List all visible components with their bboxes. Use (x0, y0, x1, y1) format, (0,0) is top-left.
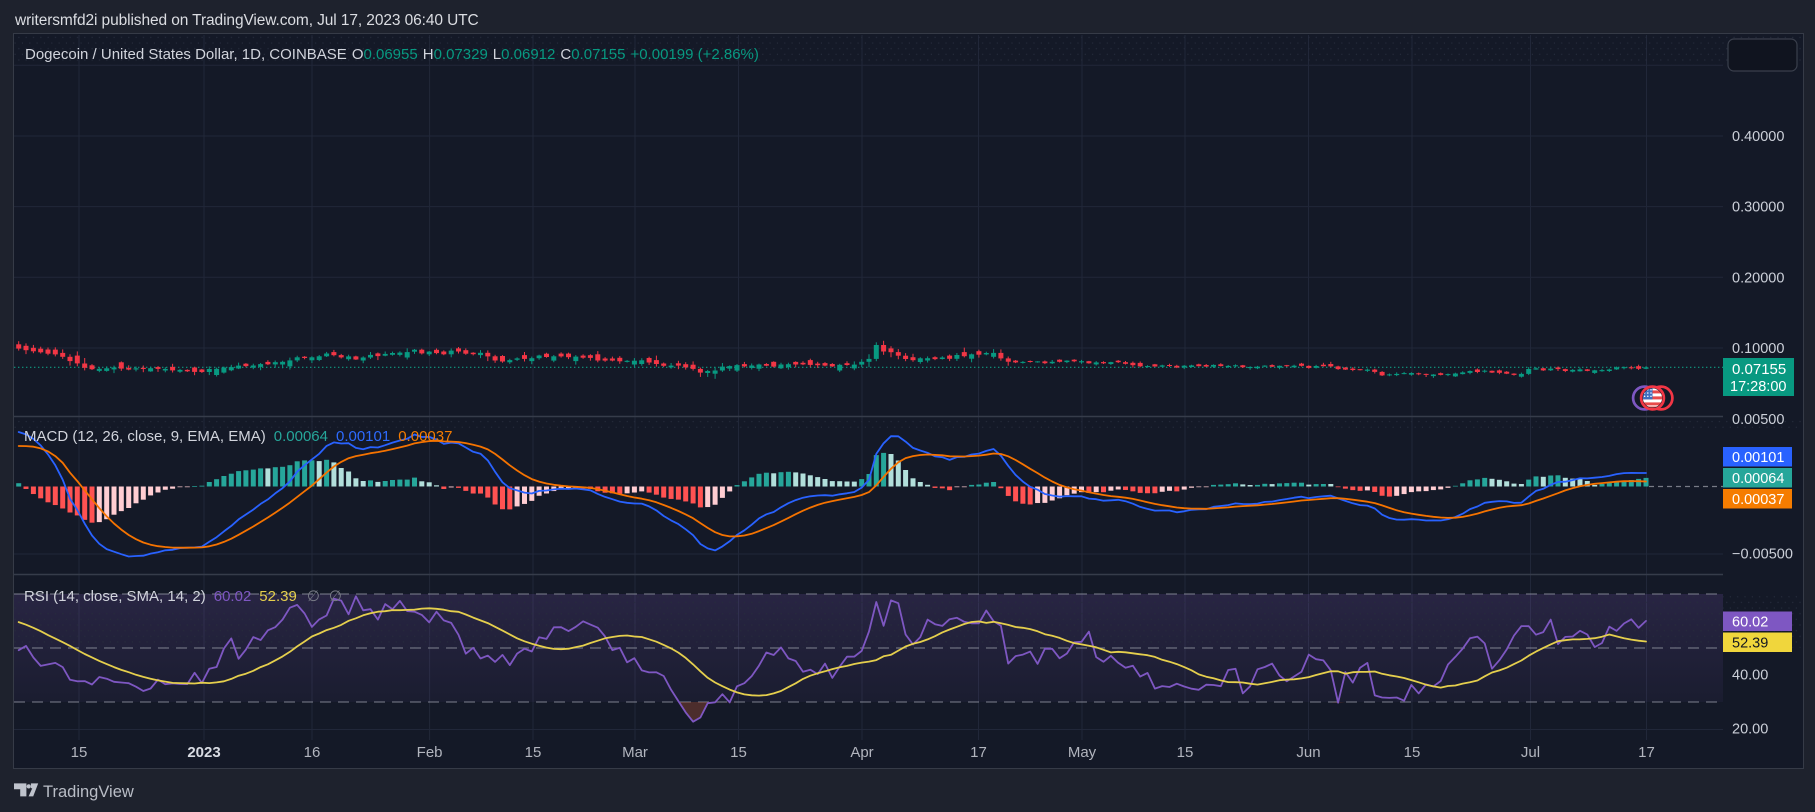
svg-text:0.20000: 0.20000 (1732, 270, 1784, 286)
svg-text:0.40000: 0.40000 (1732, 129, 1784, 145)
svg-text:RSI (14, close, SMA, 14, 2)60.: RSI (14, close, SMA, 14, 2)60.0252.39∅∅ (24, 588, 342, 605)
svg-text:TradingView: TradingView (43, 783, 134, 801)
svg-text:16: 16 (304, 744, 321, 761)
svg-text:0.30000: 0.30000 (1732, 200, 1784, 216)
svg-text:Jun: Jun (1296, 744, 1320, 761)
svg-text:Jul: Jul (1521, 744, 1540, 761)
svg-text:0.00101: 0.00101 (1732, 450, 1784, 466)
svg-text:15: 15 (1177, 744, 1194, 761)
svg-text:17:28:00: 17:28:00 (1730, 379, 1786, 395)
svg-text:−0.00500: −0.00500 (1732, 547, 1793, 563)
svg-text:Feb: Feb (417, 744, 443, 761)
svg-text:0.07155: 0.07155 (1732, 361, 1786, 378)
svg-text:40.00: 40.00 (1732, 668, 1768, 684)
svg-text:17: 17 (970, 744, 987, 761)
svg-text:17: 17 (1638, 744, 1655, 761)
svg-text:0.10000: 0.10000 (1732, 341, 1784, 357)
svg-text:60.02: 60.02 (1732, 614, 1768, 630)
svg-text:Apr: Apr (850, 744, 873, 761)
svg-text:Dogecoin / United States Dolla: Dogecoin / United States Dollar, 1D, COI… (25, 46, 759, 63)
svg-text:0.00500: 0.00500 (1732, 412, 1784, 428)
svg-text:20.00: 20.00 (1732, 722, 1768, 738)
svg-text:0.00037: 0.00037 (1732, 492, 1784, 508)
svg-text:MACD (12, 26, close, 9, EMA, E: MACD (12, 26, close, 9, EMA, EMA)0.00064… (24, 428, 452, 445)
svg-text:52.39: 52.39 (1732, 635, 1768, 651)
svg-text:2023: 2023 (187, 744, 220, 761)
svg-text:0.00064: 0.00064 (1732, 471, 1784, 487)
svg-text:Mar: Mar (622, 744, 648, 761)
svg-text:15: 15 (1404, 744, 1421, 761)
svg-text:15: 15 (71, 744, 88, 761)
svg-text:15: 15 (730, 744, 747, 761)
svg-text:15: 15 (525, 744, 542, 761)
svg-text:May: May (1068, 744, 1097, 761)
